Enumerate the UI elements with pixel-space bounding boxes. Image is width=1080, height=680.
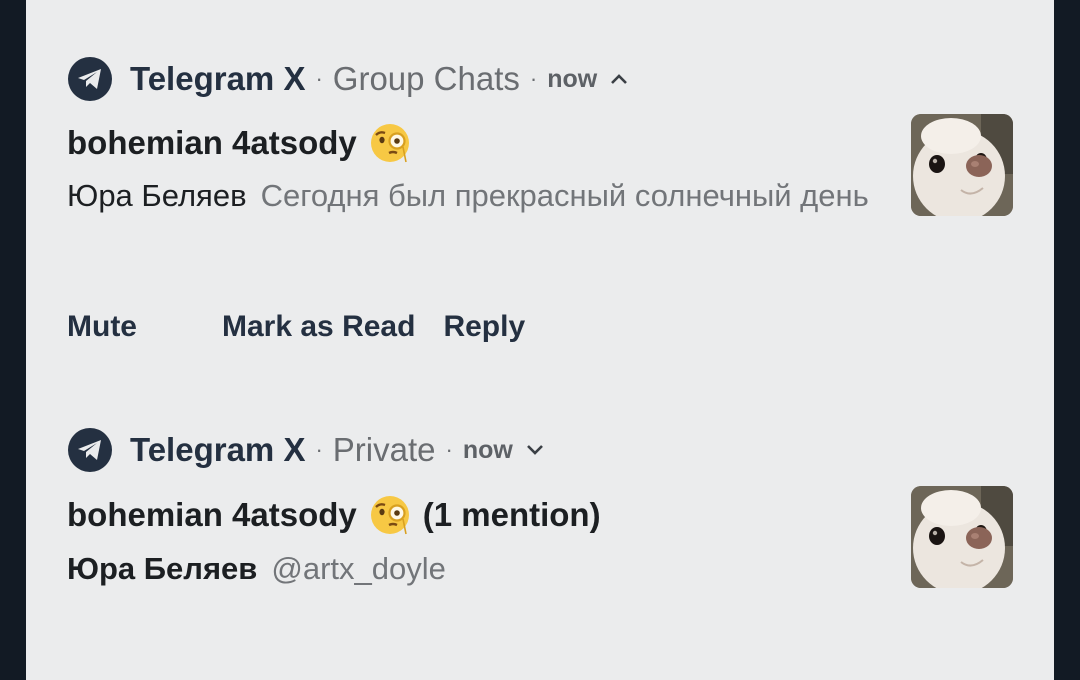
sender-name: Юра Беляев (67, 551, 258, 586)
mute-button[interactable]: Mute (67, 310, 222, 344)
notification-title: bohemian 4atsody (67, 122, 411, 164)
timestamp: now (462, 435, 513, 464)
notification-header[interactable]: Telegram X · Private · now (68, 428, 545, 472)
app-name: Telegram X (130, 60, 306, 97)
separator: · (315, 437, 323, 462)
face-with-monocle-emoji (369, 494, 411, 536)
telegram-icon (68, 428, 112, 472)
reply-button[interactable]: Reply (443, 310, 525, 344)
sender-name: Юра Беляев (67, 178, 247, 213)
chevron-up-icon[interactable] (609, 72, 629, 86)
notification-body: Юра Беляев @artx_doyle (67, 548, 887, 589)
chevron-down-icon[interactable] (525, 443, 545, 457)
notification-title: bohemian 4atsody (1 mention) (67, 494, 601, 536)
channel-name: Group Chats (332, 60, 520, 97)
sender-avatar (911, 486, 1013, 588)
mention-count: (1 mention) (422, 496, 601, 533)
notification-actions: Mute Mark as Read Reply (67, 310, 525, 344)
face-with-monocle-emoji (369, 122, 411, 164)
notification-body: Юра Беляев Сегодня был прекрасный солнечн… (67, 175, 887, 216)
separator: · (445, 437, 453, 462)
telegram-icon (68, 57, 112, 101)
sender-avatar (911, 114, 1013, 216)
mark-as-read-button[interactable]: Mark as Read (222, 310, 415, 344)
message-text: @artx_doyle (271, 551, 446, 586)
chat-title: bohemian 4atsody (67, 124, 357, 161)
separator: · (315, 66, 323, 91)
channel-name: Private (332, 431, 436, 468)
message-text: Сегодня был прекрасный солнечный день (260, 178, 869, 213)
timestamp: now (547, 64, 598, 93)
notification-header[interactable]: Telegram X · Group Chats · now (68, 57, 629, 101)
chat-title: bohemian 4atsody (67, 496, 357, 533)
separator: · (529, 66, 538, 91)
app-name: Telegram X (130, 431, 306, 468)
